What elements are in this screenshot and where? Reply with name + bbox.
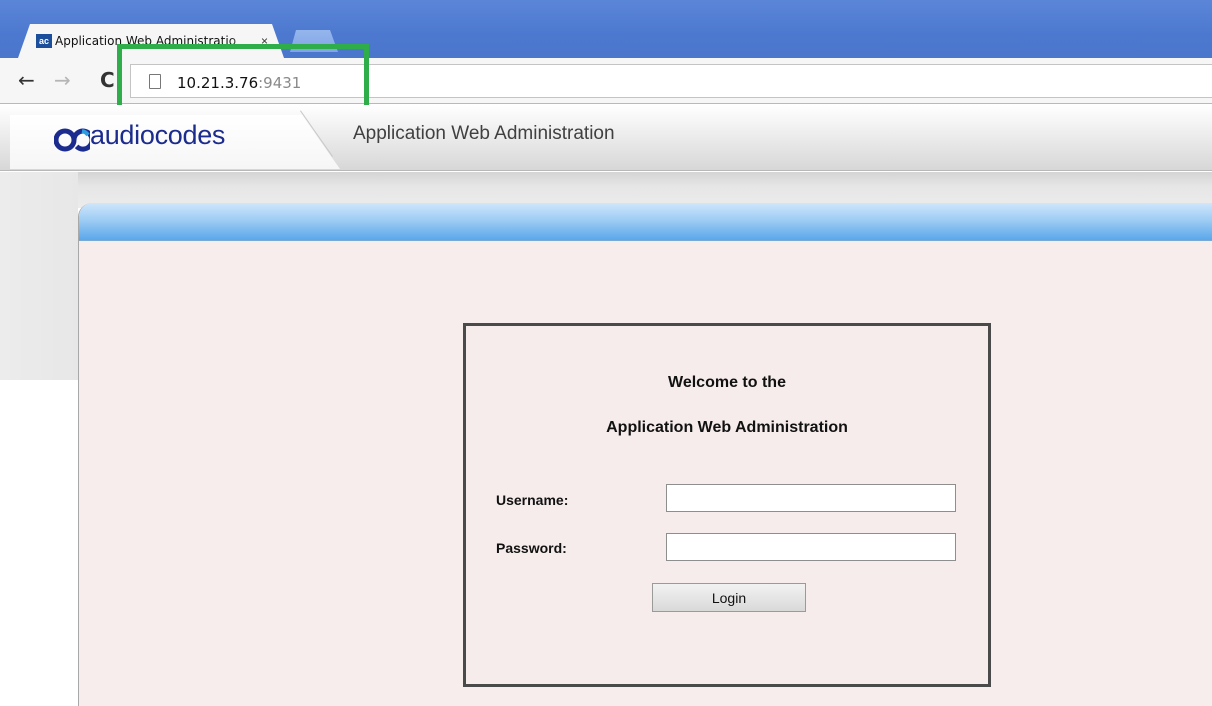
login-form: Welcome to the Application Web Administr…: [463, 323, 991, 687]
audiocodes-logo-icon: [54, 128, 90, 152]
logo-panel: audiocodes: [10, 115, 340, 169]
login-button[interactable]: Login: [652, 583, 806, 612]
panel-title-bar: [79, 203, 1212, 241]
left-margin-shade: [0, 172, 78, 380]
password-label: Password:: [496, 540, 567, 556]
back-arrow-icon[interactable]: ←: [18, 70, 35, 90]
welcome-subheading: Application Web Administration: [606, 419, 848, 436]
brand-name: audiocodes: [90, 120, 226, 150]
app-header: audiocodes Application Web Administratio…: [0, 105, 1212, 171]
welcome-heading: Welcome to the: [668, 374, 786, 391]
audiocodes-favicon-icon: ac: [36, 34, 52, 48]
username-label: Username:: [496, 492, 569, 508]
password-input[interactable]: [666, 533, 956, 561]
username-input[interactable]: [666, 484, 956, 512]
reload-icon[interactable]: C: [100, 70, 115, 90]
forward-arrow-icon[interactable]: →: [54, 70, 71, 90]
address-highlight-box: [117, 44, 369, 113]
app-title: Application Web Administration: [353, 123, 615, 144]
